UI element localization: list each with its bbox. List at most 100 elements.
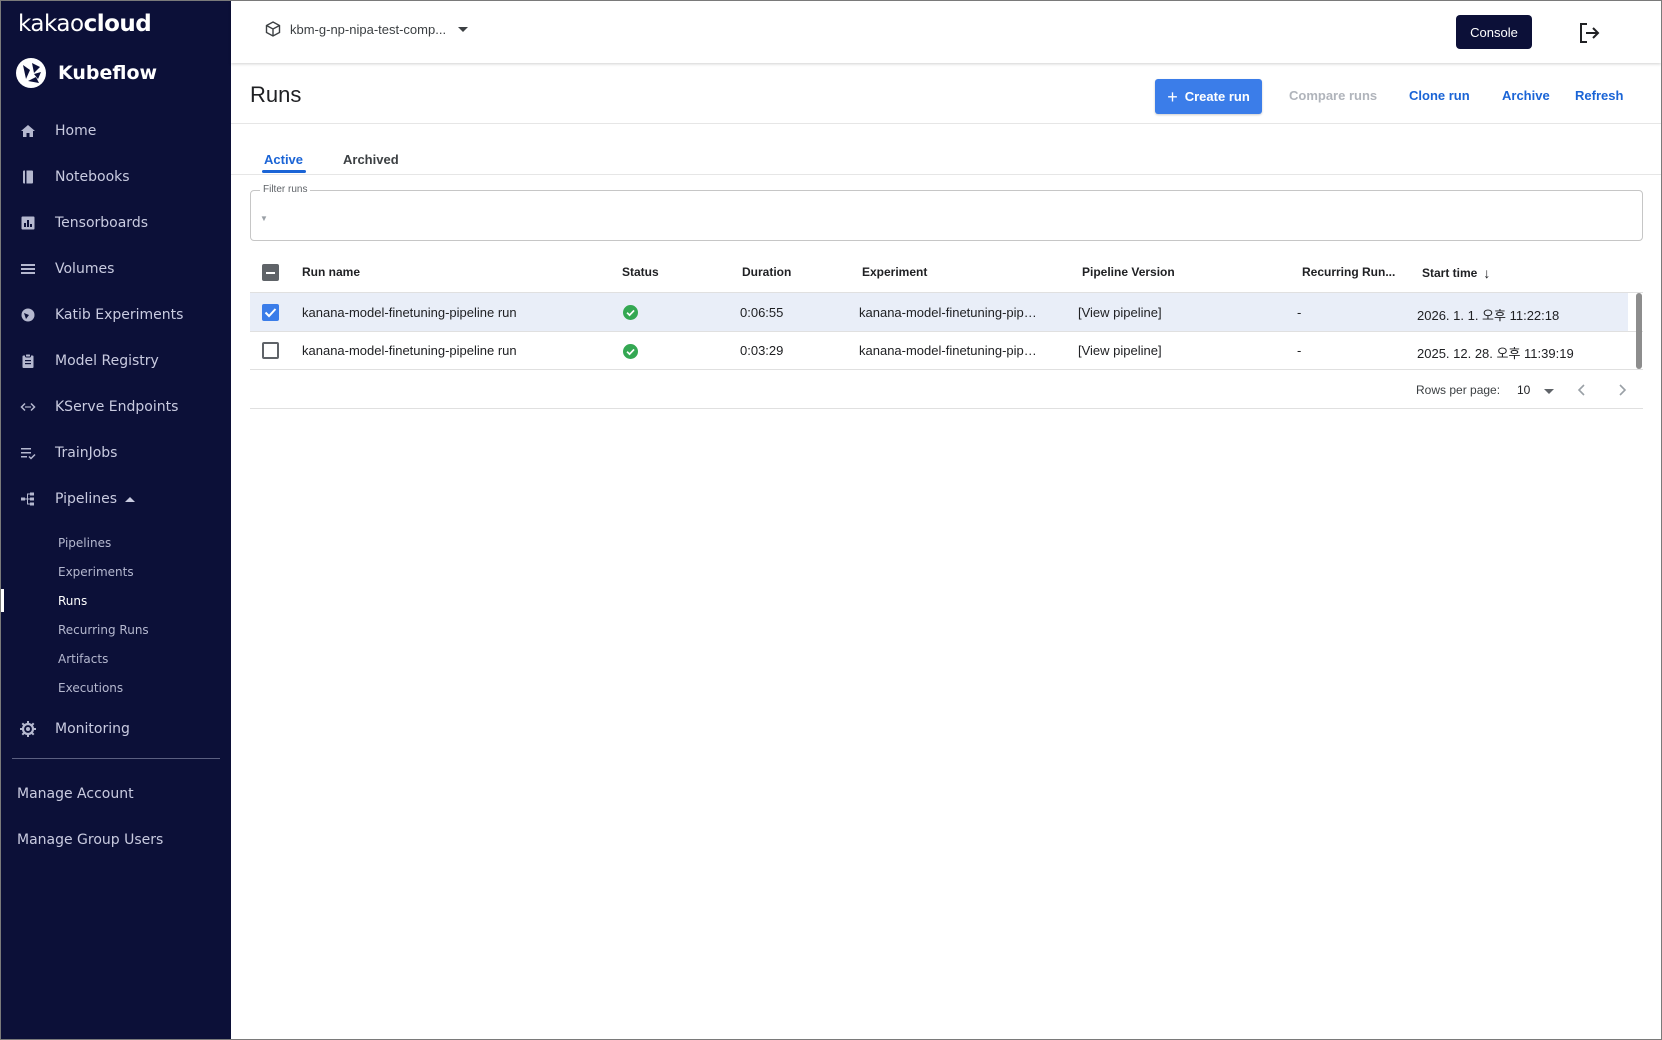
chevron-right-icon[interactable] — [1615, 383, 1629, 397]
pipeline-icon — [17, 488, 39, 510]
tab-archived[interactable]: Archived — [343, 152, 399, 167]
sidebar-item-label: Home — [55, 123, 97, 139]
row-divider — [250, 369, 1643, 370]
start-time-value: 2025. 12. 28. 오후 11:39:19 — [1417, 346, 1574, 361]
sub-item-recurring-runs[interactable]: Recurring Runs — [1, 615, 231, 644]
archive-button[interactable]: Archive — [1502, 88, 1550, 103]
column-header-recurring-run[interactable]: Recurring Run... — [1302, 265, 1395, 279]
code-arrows-icon — [17, 396, 39, 418]
rows-per-page-select[interactable]: 10 — [1517, 383, 1530, 397]
sidebar-item-tensorboards[interactable]: Tensorboards — [1, 200, 231, 246]
home-icon — [17, 120, 39, 142]
sidebar-divider — [12, 758, 220, 759]
view-pipeline-link[interactable]: [View pipeline] — [1078, 343, 1162, 358]
sidebar-item-label: Volumes — [55, 261, 115, 277]
check-icon — [264, 308, 277, 318]
sidebar-item-label: Model Registry — [55, 353, 159, 369]
sidebar-item-notebooks[interactable]: Notebooks — [1, 154, 231, 200]
clone-run-button[interactable]: Clone run — [1409, 88, 1470, 103]
kubeflow-icon — [16, 58, 46, 88]
rows-per-page-label: Rows per page: — [1416, 383, 1501, 397]
run-name-link[interactable]: kanana-model-finetuning-pipeline run — [302, 305, 517, 320]
recurring-run-value: - — [1297, 343, 1302, 358]
manage-group-users-link[interactable]: Manage Group Users — [17, 832, 163, 848]
sub-item-experiments[interactable]: Experiments — [1, 557, 231, 586]
sidebar-item-kserve-endpoints[interactable]: KServe Endpoints — [1, 384, 231, 430]
tab-active[interactable]: Active — [264, 152, 303, 167]
list-check-icon — [17, 442, 39, 464]
filter-runs-label: Filter runs — [260, 184, 311, 195]
sub-item-pipelines[interactable]: Pipelines — [1, 528, 231, 557]
plus-icon: + — [1167, 86, 1178, 107]
chevron-down-icon[interactable] — [1544, 389, 1554, 394]
chevron-left-icon[interactable] — [1575, 383, 1589, 397]
column-header-run-name[interactable]: Run name — [302, 265, 360, 279]
sub-item-artifacts[interactable]: Artifacts — [1, 644, 231, 673]
sidebar-item-label: Tensorboards — [55, 215, 148, 231]
tab-indicator — [262, 170, 306, 173]
compare-runs-button[interactable]: Compare runs — [1289, 88, 1377, 103]
sidebar-item-monitoring[interactable]: Monitoring — [1, 706, 231, 752]
kubeflow-logo[interactable]: Kubeflow — [15, 57, 157, 89]
filter-icon: ▼ — [260, 214, 268, 223]
notebook-icon — [17, 166, 39, 188]
table-scrollbar[interactable] — [1636, 293, 1642, 369]
page-title: Runs — [250, 82, 302, 107]
sidebar-item-label: Katib Experiments — [55, 307, 184, 323]
sidebar-item-trainjobs[interactable]: TrainJobs — [1, 430, 231, 476]
view-pipeline-link[interactable]: [View pipeline] — [1078, 305, 1162, 320]
select-all-checkbox[interactable] — [262, 264, 279, 281]
chevron-up-icon[interactable] — [125, 496, 136, 502]
logout-icon[interactable] — [1577, 21, 1601, 45]
kubeflow-title: Kubeflow — [58, 62, 158, 84]
window-frame — [0, 0, 1662, 1040]
sidebar-item-label: Monitoring — [55, 721, 130, 737]
recurring-run-value: - — [1297, 305, 1302, 320]
column-header-duration[interactable]: Duration — [742, 265, 791, 279]
sidebar-item-model-registry[interactable]: Model Registry — [1, 338, 231, 384]
namespace-selector[interactable]: kbm-g-np-nipa-test-comp... — [265, 21, 469, 37]
success-check-icon — [623, 344, 638, 359]
column-header-pipeline-version[interactable]: Pipeline Version — [1082, 265, 1175, 279]
sidebar-item-volumes[interactable]: Volumes — [1, 246, 231, 292]
create-run-label: Create run — [1184, 89, 1250, 104]
console-button[interactable]: Console — [1456, 15, 1532, 49]
sidebar-item-label: Pipelines — [55, 491, 118, 507]
chevron-down-icon — [458, 26, 469, 32]
clipboard-icon — [17, 350, 39, 372]
row-checkbox[interactable] — [262, 304, 279, 321]
run-name-link[interactable]: kanana-model-finetuning-pipeline run — [302, 343, 517, 358]
experiment-link[interactable]: kanana-model-finetuning-pip… — [859, 305, 1037, 320]
run-duration: 0:03:29 — [740, 343, 784, 358]
sub-item-executions[interactable]: Executions — [1, 673, 231, 702]
brand-text-light: kakao — [18, 11, 84, 37]
sidebar-nav: Home Notebooks Tensorboards Volumes Kati… — [1, 108, 231, 752]
sub-item-runs[interactable]: Runs — [1, 586, 231, 615]
header-divider — [231, 123, 1661, 124]
manage-account-link[interactable]: Manage Account — [17, 786, 134, 802]
pagination-divider — [250, 408, 1643, 409]
run-duration: 0:06:55 — [740, 305, 784, 320]
sort-arrow-down-icon: ↓ — [1483, 265, 1491, 281]
chart-icon — [17, 212, 39, 234]
filter-runs-input[interactable]: Filter runs ▼ — [250, 184, 1643, 241]
row-checkbox[interactable] — [262, 342, 279, 359]
cube-icon — [265, 21, 281, 37]
namespace-label: kbm-g-np-nipa-test-comp... — [290, 21, 447, 37]
sidebar-item-label: KServe Endpoints — [55, 399, 179, 415]
sidebar-item-katib-experiments[interactable]: Katib Experiments — [1, 292, 231, 338]
column-header-start-time[interactable]: Start time ↓ — [1422, 265, 1490, 281]
experiment-link[interactable]: kanana-model-finetuning-pip… — [859, 343, 1037, 358]
start-time-value: 2026. 1. 1. 오후 11:22:18 — [1417, 308, 1560, 323]
column-header-status[interactable]: Status — [622, 265, 659, 279]
column-header-experiment[interactable]: Experiment — [862, 265, 927, 279]
refresh-button[interactable]: Refresh — [1575, 88, 1623, 103]
create-run-button[interactable]: + Create run — [1155, 79, 1262, 114]
sidebar: kakaocloud Kubeflow Home Notebooks Tenso… — [1, 1, 231, 1039]
sidebar-item-label: Notebooks — [55, 169, 130, 185]
storage-icon — [17, 258, 39, 280]
sidebar-item-pipelines[interactable]: Pipelines — [1, 476, 231, 522]
sidebar-item-home[interactable]: Home — [1, 108, 231, 154]
katib-icon — [17, 304, 39, 326]
success-check-icon — [623, 305, 638, 320]
